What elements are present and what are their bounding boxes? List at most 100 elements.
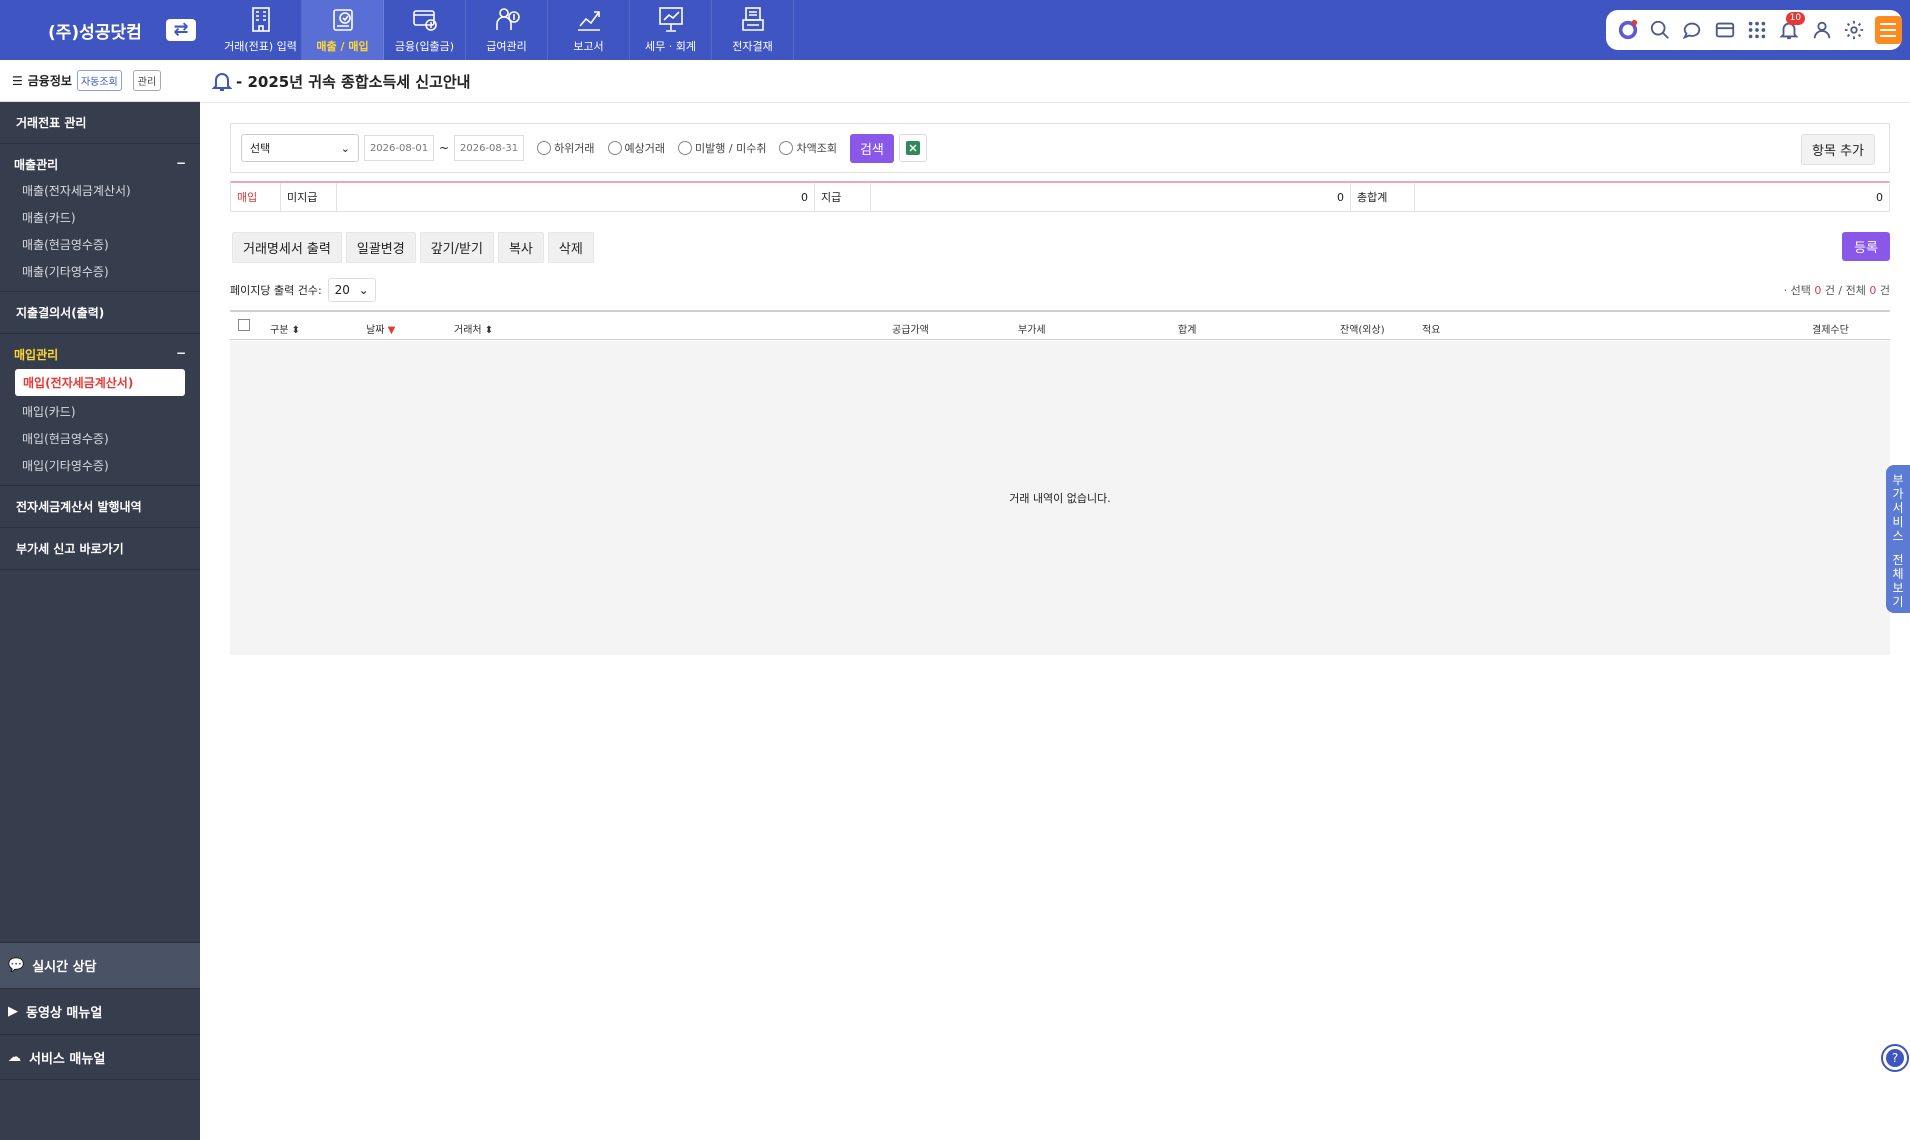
gear-icon[interactable] bbox=[1842, 18, 1865, 42]
menu-payroll[interactable]: 급여관리 bbox=[466, 0, 548, 60]
table-header: 구분 ⬍ 날짜 ▼ 거래처 ⬍ 공급가액 부가세 합계 잔액(외상) 적요 결제… bbox=[230, 310, 1890, 340]
service-manual-button[interactable]: ☁ 서비스 매뉴얼 bbox=[0, 1034, 200, 1080]
company-label: (주)성공닷컴 bbox=[48, 22, 142, 43]
radio-label: 예상거래 bbox=[624, 142, 666, 155]
main-content: - 2025년 귀속 종합소득세 신고안내 선택 ⌄ 2026-08-01 ~ 2… bbox=[200, 60, 1910, 1140]
menu-e-approval[interactable]: 전자결재 bbox=[712, 0, 794, 60]
sidebar-item-etax-history[interactable]: 전자세금계산서 발행내역 bbox=[0, 486, 200, 528]
chevron-down-icon: ⌄ bbox=[340, 141, 350, 155]
sidebar-item-vat[interactable]: 부가세 신고 바로가기 bbox=[0, 528, 200, 570]
sidebar-item-voucher[interactable]: 거래전표 관리 bbox=[0, 102, 200, 144]
summary-type: 매입 bbox=[231, 183, 281, 211]
col-total: 합계 bbox=[1178, 325, 1197, 336]
sidebar-item-sales-card[interactable]: 매출(카드) bbox=[0, 204, 200, 231]
search-icon[interactable] bbox=[1648, 18, 1671, 42]
auto-query-chip[interactable]: 자동조회 bbox=[76, 70, 122, 91]
pay-receive-button[interactable]: 갚기/받기 bbox=[419, 232, 494, 263]
per-page-select[interactable]: 20 ⌄ bbox=[327, 278, 376, 302]
sidebar-item-purchase-cash[interactable]: 매입(현금영수증) bbox=[0, 425, 200, 452]
delete-button[interactable]: 삭제 bbox=[547, 232, 594, 263]
date-from-input[interactable]: 2026-08-01 bbox=[364, 135, 434, 161]
chat-icon[interactable] bbox=[1681, 18, 1704, 42]
chat-bubble-icon: 💬 bbox=[8, 958, 25, 973]
card-icon[interactable] bbox=[1713, 18, 1736, 42]
collapse-icon: − bbox=[175, 346, 186, 360]
bell-icon[interactable]: 10 bbox=[1778, 12, 1806, 42]
menu-label: 세무 · 회계 bbox=[645, 40, 696, 53]
paid-value: 0 bbox=[871, 183, 1351, 211]
sidebar-item-purchase-card[interactable]: 매입(카드) bbox=[0, 398, 200, 425]
side-tab-char: 체 bbox=[1892, 567, 1904, 581]
total-value: 0 bbox=[1876, 190, 1883, 204]
notice-banner[interactable]: - 2025년 귀속 종합소득세 신고안내 bbox=[212, 70, 470, 92]
menu-voucher-entry[interactable]: 거래(전표) 입력 bbox=[220, 0, 302, 60]
divider bbox=[200, 102, 1910, 103]
side-tab-char: 전 bbox=[1892, 553, 1904, 567]
register-button[interactable]: 등록 bbox=[1842, 232, 1890, 261]
user-icon[interactable] bbox=[1810, 18, 1833, 42]
selected-count: 0 bbox=[1814, 284, 1822, 297]
col-payment: 결제수단 bbox=[1812, 325, 1849, 336]
menu-label: 금융(입출금) bbox=[394, 40, 455, 53]
apps-grid-icon[interactable] bbox=[1745, 18, 1768, 42]
col-partner[interactable]: 거래처 ⬍ bbox=[454, 321, 493, 336]
copy-button[interactable]: 복사 bbox=[497, 232, 544, 263]
menu-label: 전자결재 bbox=[732, 40, 773, 53]
col-date[interactable]: 날짜 ▼ bbox=[366, 321, 395, 336]
sidebar: ☰ 금융정보 자동조회 관리 거래전표 관리 매출관리 − 매출(전자세금계산서)… bbox=[0, 60, 200, 1140]
service-all-tab[interactable]: 부 가 서 비 스 전 체 보 기 bbox=[1886, 465, 1910, 613]
count-prefix: · 선택 bbox=[1783, 284, 1811, 297]
menu-reports[interactable]: 보고서 bbox=[548, 0, 630, 60]
add-item-button[interactable]: 항목 추가 bbox=[1801, 134, 1875, 165]
sidebar-group-title[interactable]: 매출관리 − bbox=[0, 152, 200, 177]
sidebar-item-purchase-other[interactable]: 매입(기타영수증) bbox=[0, 452, 200, 479]
type-select[interactable]: 선택 ⌄ bbox=[241, 134, 359, 162]
bulk-change-button[interactable]: 일괄변경 bbox=[345, 232, 416, 263]
video-manual-button[interactable]: ▶ 동영상 매뉴얼 bbox=[0, 988, 200, 1034]
radio-unissued[interactable]: 미발행 / 미수취 bbox=[678, 140, 766, 156]
type-select-value: 선택 bbox=[250, 142, 271, 155]
sidebar-item-expense[interactable]: 지출결의서(출력) bbox=[0, 292, 200, 334]
live-consult-button[interactable]: 💬 실시간 상담 bbox=[0, 942, 200, 988]
menu-label: 급여관리 bbox=[486, 40, 527, 53]
menu-label: 매출 / 매입 bbox=[316, 40, 369, 53]
sidebar-group-purchase: 매입관리 − 매입(전자세금계산서) 매입(카드) 매입(현금영수증) 매입(기타… bbox=[0, 334, 200, 486]
company-switch-icon[interactable]: ⇄ bbox=[166, 19, 196, 41]
help-icon[interactable]: ? bbox=[1880, 1040, 1910, 1076]
svg-text:?: ? bbox=[1892, 1051, 1898, 1065]
radio-label: 차액조회 bbox=[796, 142, 837, 155]
live-consult-label: 실시간 상담 bbox=[32, 960, 97, 975]
radio-sub-transactions[interactable]: 하위거래 bbox=[537, 140, 595, 156]
search-button[interactable]: 검색 bbox=[849, 133, 894, 163]
hamburger-menu-icon[interactable] bbox=[1874, 16, 1902, 44]
sidebar-item-sales-etax[interactable]: 매출(전자세금계산서) bbox=[0, 177, 200, 204]
sidebar-item-sales-other[interactable]: 매출(기타영수증) bbox=[0, 258, 200, 285]
menu-sales-purchase[interactable]: 매출 / 매입 bbox=[302, 0, 384, 60]
total-label: 총합계 bbox=[1351, 183, 1415, 211]
record-count: · 선택 0 건 / 전체 0 건 bbox=[1784, 282, 1890, 298]
manage-chip[interactable]: 관리 bbox=[132, 70, 162, 91]
sidebar-item-purchase-etax[interactable]: 매입(전자세금계산서) bbox=[15, 369, 185, 396]
select-all-checkbox[interactable] bbox=[238, 319, 250, 334]
menu-finance[interactable]: 금융(입출금) bbox=[384, 0, 466, 60]
per-page: 페이지당 출력 건수: 20 ⌄ bbox=[230, 278, 376, 302]
sidebar-group-title[interactable]: 매입관리 − bbox=[0, 342, 200, 367]
summary-bar: 매입 미지급 0 지급 0 총합계 0 bbox=[230, 181, 1890, 212]
col-type[interactable]: 구분 ⬍ bbox=[270, 321, 300, 336]
side-tab-char: 부 bbox=[1892, 473, 1904, 487]
side-tab-char: 스 bbox=[1892, 529, 1904, 543]
menu-tax-accounting[interactable]: 세무 · 회계 bbox=[630, 0, 712, 60]
chatbot-icon[interactable] bbox=[1616, 18, 1639, 42]
radio-expected[interactable]: 예상거래 bbox=[607, 140, 666, 156]
print-statement-button[interactable]: 거래명세서 출력 bbox=[232, 232, 342, 263]
date-to-input[interactable]: 2026-08-31 bbox=[454, 135, 525, 161]
sidebar-item-sales-cash[interactable]: 매출(현금영수증) bbox=[0, 231, 200, 258]
col-date-label: 날짜 bbox=[366, 325, 385, 336]
top-bar: (주)성공닷컴 ⇄ 거래(전표) 입력 매출 / 매입 금융(입출금) 급여관리… bbox=[0, 0, 1910, 60]
radio-difference[interactable]: 차액조회 bbox=[779, 140, 837, 156]
checklist-icon bbox=[332, 9, 353, 31]
excel-icon[interactable] bbox=[898, 134, 927, 162]
side-tab-char: 보 bbox=[1892, 581, 1904, 595]
col-balance: 잔액(외상) bbox=[1340, 325, 1385, 336]
cloud-download-icon: ☁ bbox=[8, 1049, 21, 1065]
